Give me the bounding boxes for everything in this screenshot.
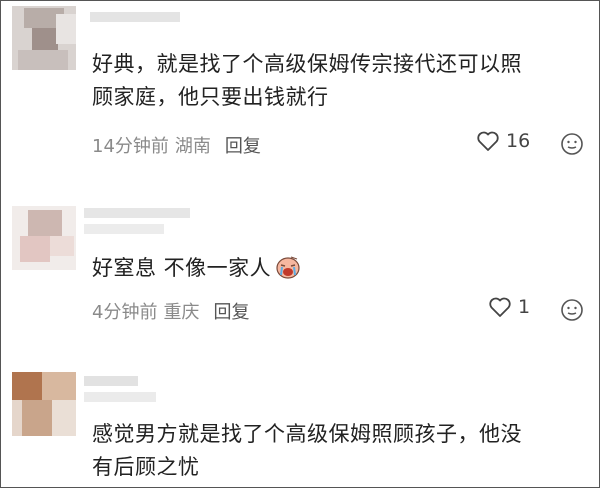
like-count: 1	[518, 296, 531, 318]
crying-face-emoji	[275, 255, 301, 289]
heart-outline-icon	[489, 297, 511, 317]
reply-button[interactable]: 回复	[225, 136, 261, 157]
comment-meta: 14分钟前 湖南 回复	[92, 132, 261, 158]
comment-meta: 4分钟前 重庆 回复	[92, 298, 249, 324]
reply-button[interactable]: 回复	[213, 302, 249, 323]
emoji-react-button[interactable]	[560, 298, 584, 326]
comment-location: 重庆	[163, 302, 200, 323]
avatar[interactable]	[12, 206, 76, 270]
comment-time: 14分钟前	[92, 136, 169, 157]
username-blurred[interactable]	[84, 208, 194, 244]
like-button[interactable]: 1	[488, 296, 530, 318]
username-blurred[interactable]	[84, 376, 164, 412]
emoji-react-button[interactable]	[560, 132, 584, 160]
comment-text: 好典，就是找了个高级保姆传宗接代还可以照 顾家庭，他只要出钱就行	[92, 52, 522, 109]
like-count: 16	[506, 130, 531, 152]
avatar[interactable]	[12, 372, 76, 436]
comment-time: 4分钟前	[92, 302, 158, 323]
heart-outline-icon	[477, 131, 499, 151]
comment-location: 湖南	[174, 136, 211, 157]
like-button[interactable]: 16	[476, 130, 530, 152]
comment-text: 感觉男方就是找了个高级保姆照顾孩子，他没 有后顾之忧	[92, 422, 522, 479]
smiley-face-icon	[561, 299, 583, 321]
smiley-face-icon	[561, 133, 583, 155]
username-blurred[interactable]	[90, 10, 190, 22]
avatar[interactable]	[12, 6, 76, 70]
comment-text: 好窒息 不像一家人	[92, 252, 592, 289]
